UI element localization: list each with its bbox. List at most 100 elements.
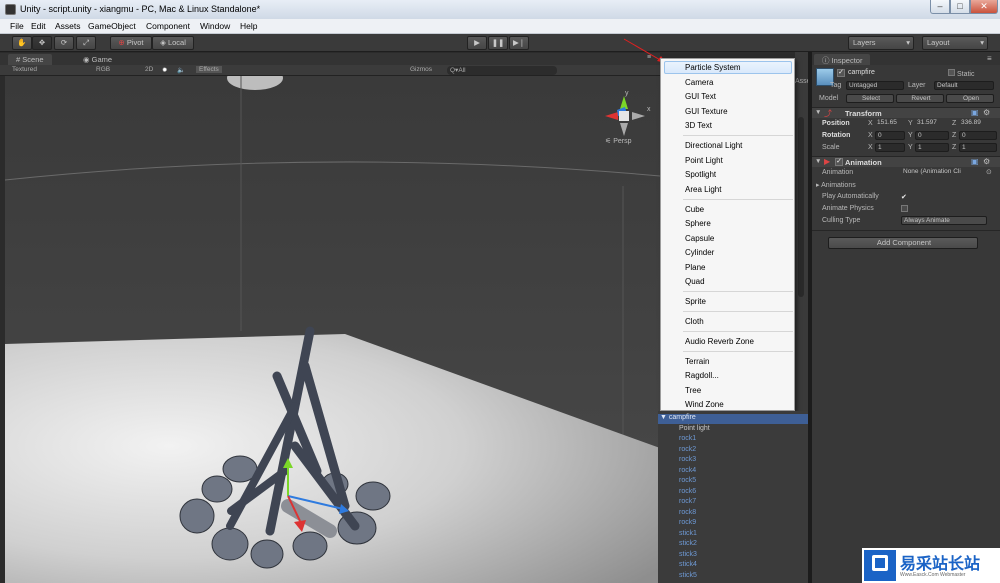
menu-item-tree[interactable]: Tree [685,386,701,395]
local-toggle[interactable]: ◈ Local [152,36,194,50]
hierarchy-item[interactable]: stick4 [658,561,808,571]
menu-item-wind-zone[interactable]: Wind Zone [685,400,724,409]
animations-foldout[interactable]: ▸ Animations [816,181,856,189]
shading-mode-dropdown[interactable]: Textured [12,66,37,73]
render-mode-dropdown[interactable]: RGB [96,66,110,73]
animation-header[interactable]: ▼ ▶ ✓ Animation ▣ ⚙ [812,156,1000,167]
animation-enabled-checkbox[interactable]: ✓ [835,158,843,166]
hierarchy-item[interactable]: rock3 [658,456,808,466]
menu-item-capsule[interactable]: Capsule [685,234,714,243]
animate-physics-checkbox[interactable] [901,205,908,212]
position-z-field[interactable]: 336.89 [959,119,997,128]
menu-item-spotlight[interactable]: Spotlight [685,170,716,179]
hierarchy-item[interactable]: rock1 [658,435,808,445]
move-tool-button[interactable]: ✥ [32,36,52,50]
menu-item-cloth[interactable]: Cloth [685,317,704,326]
panel-menu-icon[interactable]: ≡ [987,54,992,63]
position-y-field[interactable]: 31.597 [915,119,949,128]
static-check-box[interactable] [948,69,955,76]
scale-tool-button[interactable]: ⤢ [76,36,96,50]
hierarchy-item[interactable]: rock8 [658,509,808,519]
static-checkbox[interactable]: Static [948,69,974,78]
menu-item-area-light[interactable]: Area Light [685,185,721,194]
step-button[interactable]: ▶❘ [509,36,529,50]
menu-item-directional-light[interactable]: Directional Light [685,141,742,150]
scale-x-field[interactable]: 1 [875,143,905,152]
menu-item-audio-reverb-zone[interactable]: Audio Reverb Zone [685,337,754,346]
rotation-y-field[interactable]: 0 [915,131,949,140]
gizmos-dropdown[interactable]: Gizmos [410,66,432,73]
layers-dropdown[interactable]: Layers ▾ [848,36,914,50]
menu-edit[interactable]: Edit [31,21,46,31]
tab-game[interactable]: ◉ Game [75,54,120,65]
menu-item-gui-text[interactable]: GUI Text [685,92,716,101]
model-open-button[interactable]: Open [946,94,994,103]
rotation-z-field[interactable]: 0 [959,131,997,140]
menu-item-3d-text[interactable]: 3D Text [685,121,712,130]
hand-tool-button[interactable]: ✋ [12,36,32,50]
tag-dropdown[interactable]: Untagged [846,81,904,90]
audio-toggle-icon[interactable]: 🔈 [177,66,185,74]
menu-item-quad[interactable]: Quad [685,277,705,286]
add-component-button[interactable]: Add Component [828,237,978,249]
scale-z-field[interactable]: 1 [959,143,997,152]
menu-item-ragdoll[interactable]: Ragdoll... [685,371,719,380]
mode-2d-toggle[interactable]: 2D [145,66,153,73]
persp-label[interactable]: ⚟ Persp [605,138,632,145]
tab-scene[interactable]: # Scene [8,54,52,65]
hierarchy-item-campfire[interactable]: ▼ campfire [658,414,808,424]
gear-icon[interactable]: ⚙ [983,108,990,117]
hierarchy-item[interactable]: rock5 [658,477,808,487]
menu-item-terrain[interactable]: Terrain [685,357,709,366]
menu-component[interactable]: Component [146,21,190,31]
model-select-button[interactable]: Select [846,94,894,103]
hierarchy-item[interactable]: rock2 [658,446,808,456]
rotation-x-field[interactable]: 0 [875,131,905,140]
close-button[interactable]: ✕ [970,0,998,14]
menu-help[interactable]: Help [240,21,257,31]
help-book-icon[interactable]: ▣ [971,108,979,117]
tab-inspector[interactable]: ⓘ Inspector [814,54,871,65]
menu-window[interactable]: Window [200,21,230,31]
menu-item-sprite[interactable]: Sprite [685,297,706,306]
menu-item-cube[interactable]: Cube [685,205,704,214]
maximize-button[interactable]: □ [950,0,970,14]
scale-y-field[interactable]: 1 [915,143,949,152]
menu-item-particle-system[interactable]: Particle System [685,63,741,72]
play-automatically-checkbox[interactable]: ✔ [901,193,907,201]
rotate-tool-button[interactable]: ⟳ [54,36,74,50]
pause-button[interactable]: ❚❚ [488,36,508,50]
effects-dropdown[interactable]: Effects [196,66,222,73]
hierarchy-item[interactable]: rock4 [658,467,808,477]
object-picker-icon[interactable]: ⊙ [986,168,992,176]
object-name-field[interactable]: campfire [848,69,875,76]
scene-search-input[interactable]: Q▾All [447,66,557,75]
menu-assets[interactable]: Assets [55,21,81,31]
expand-arrow-icon[interactable]: ▼ [815,109,821,116]
position-x-field[interactable]: 151.65 [875,119,905,128]
active-checkbox[interactable]: ✓ [837,69,845,77]
help-book-icon[interactable]: ▣ [971,157,979,166]
gear-icon[interactable]: ⚙ [983,157,990,166]
expand-arrow-icon[interactable]: ▼ [658,414,667,421]
scene-viewport[interactable]: y x ⚟ Persp [5,76,660,583]
menu-item-sphere[interactable]: Sphere [685,219,711,228]
menu-item-gui-texture[interactable]: GUI Texture [685,107,728,116]
menu-item-point-light[interactable]: Point Light [685,156,723,165]
culling-type-dropdown[interactable]: Always Animate [901,216,987,225]
expand-arrow-icon[interactable]: ▼ [815,158,821,165]
menu-item-plane[interactable]: Plane [685,263,705,272]
pivot-toggle[interactable]: ⊕ Pivot [110,36,152,50]
model-revert-button[interactable]: Revert [896,94,944,103]
menu-item-cylinder[interactable]: Cylinder [685,248,714,257]
hierarchy-scrollbar[interactable] [798,117,804,297]
hierarchy-item[interactable]: rock6 [658,488,808,498]
layer-dropdown[interactable]: Default [934,81,994,90]
hierarchy-item[interactable]: stick3 [658,551,808,561]
menu-item-camera[interactable]: Camera [685,78,713,87]
layout-dropdown[interactable]: Layout ▾ [922,36,988,50]
hierarchy-item[interactable]: Point light [658,425,808,435]
hierarchy-item[interactable]: stick5 [658,572,808,582]
hierarchy-item[interactable]: rock7 [658,498,808,508]
minimize-button[interactable]: – [930,0,950,14]
